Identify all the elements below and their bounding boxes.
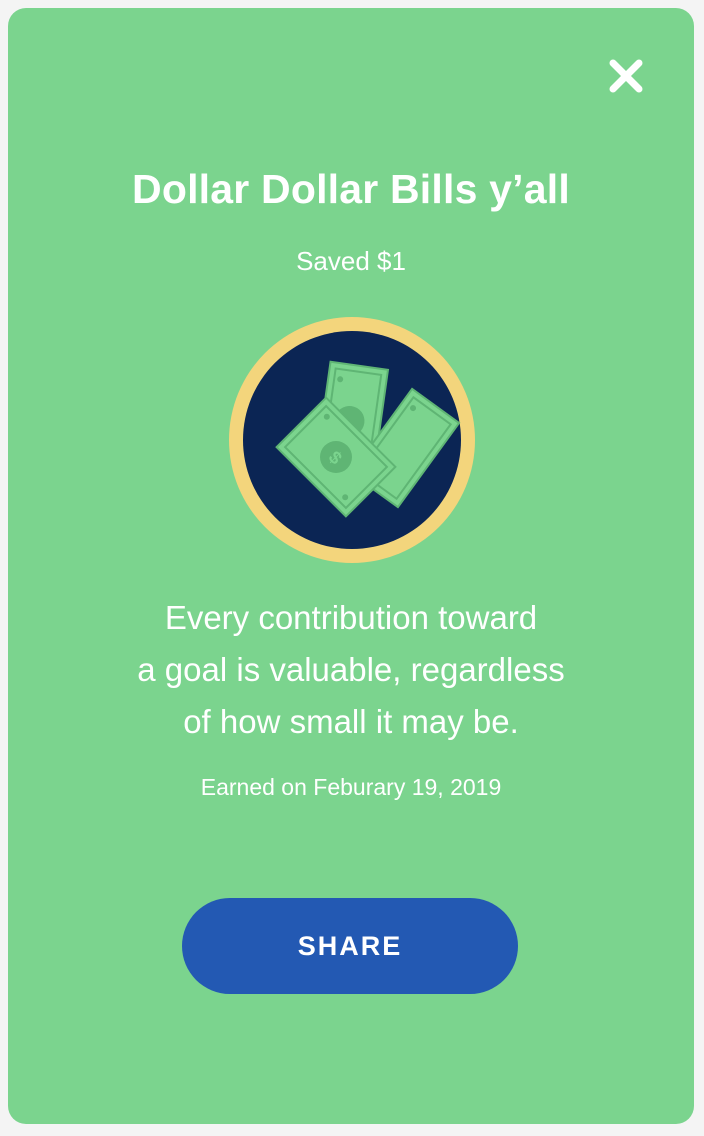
achievement-message: Every contribution toward a goal is valu… xyxy=(68,592,634,748)
achievement-title: Dollar Dollar Bills y’all xyxy=(132,166,570,212)
message-line: a goal is valuable, regardless xyxy=(137,651,565,688)
achievement-subtitle: Saved $1 xyxy=(296,246,406,276)
close-button[interactable] xyxy=(604,54,648,98)
message-line: Every contribution toward xyxy=(164,599,538,636)
close-icon xyxy=(609,59,643,93)
earned-date: Earned on Feburary 19, 2019 xyxy=(200,774,502,800)
achievement-modal: Dollar Dollar Bills y’all Saved $1 $ Eve… xyxy=(8,8,694,1124)
message-line: of how small it may be. xyxy=(183,703,519,740)
dollar-bills-badge-icon: $ xyxy=(229,317,475,563)
share-button[interactable]: SHARE xyxy=(182,898,518,994)
